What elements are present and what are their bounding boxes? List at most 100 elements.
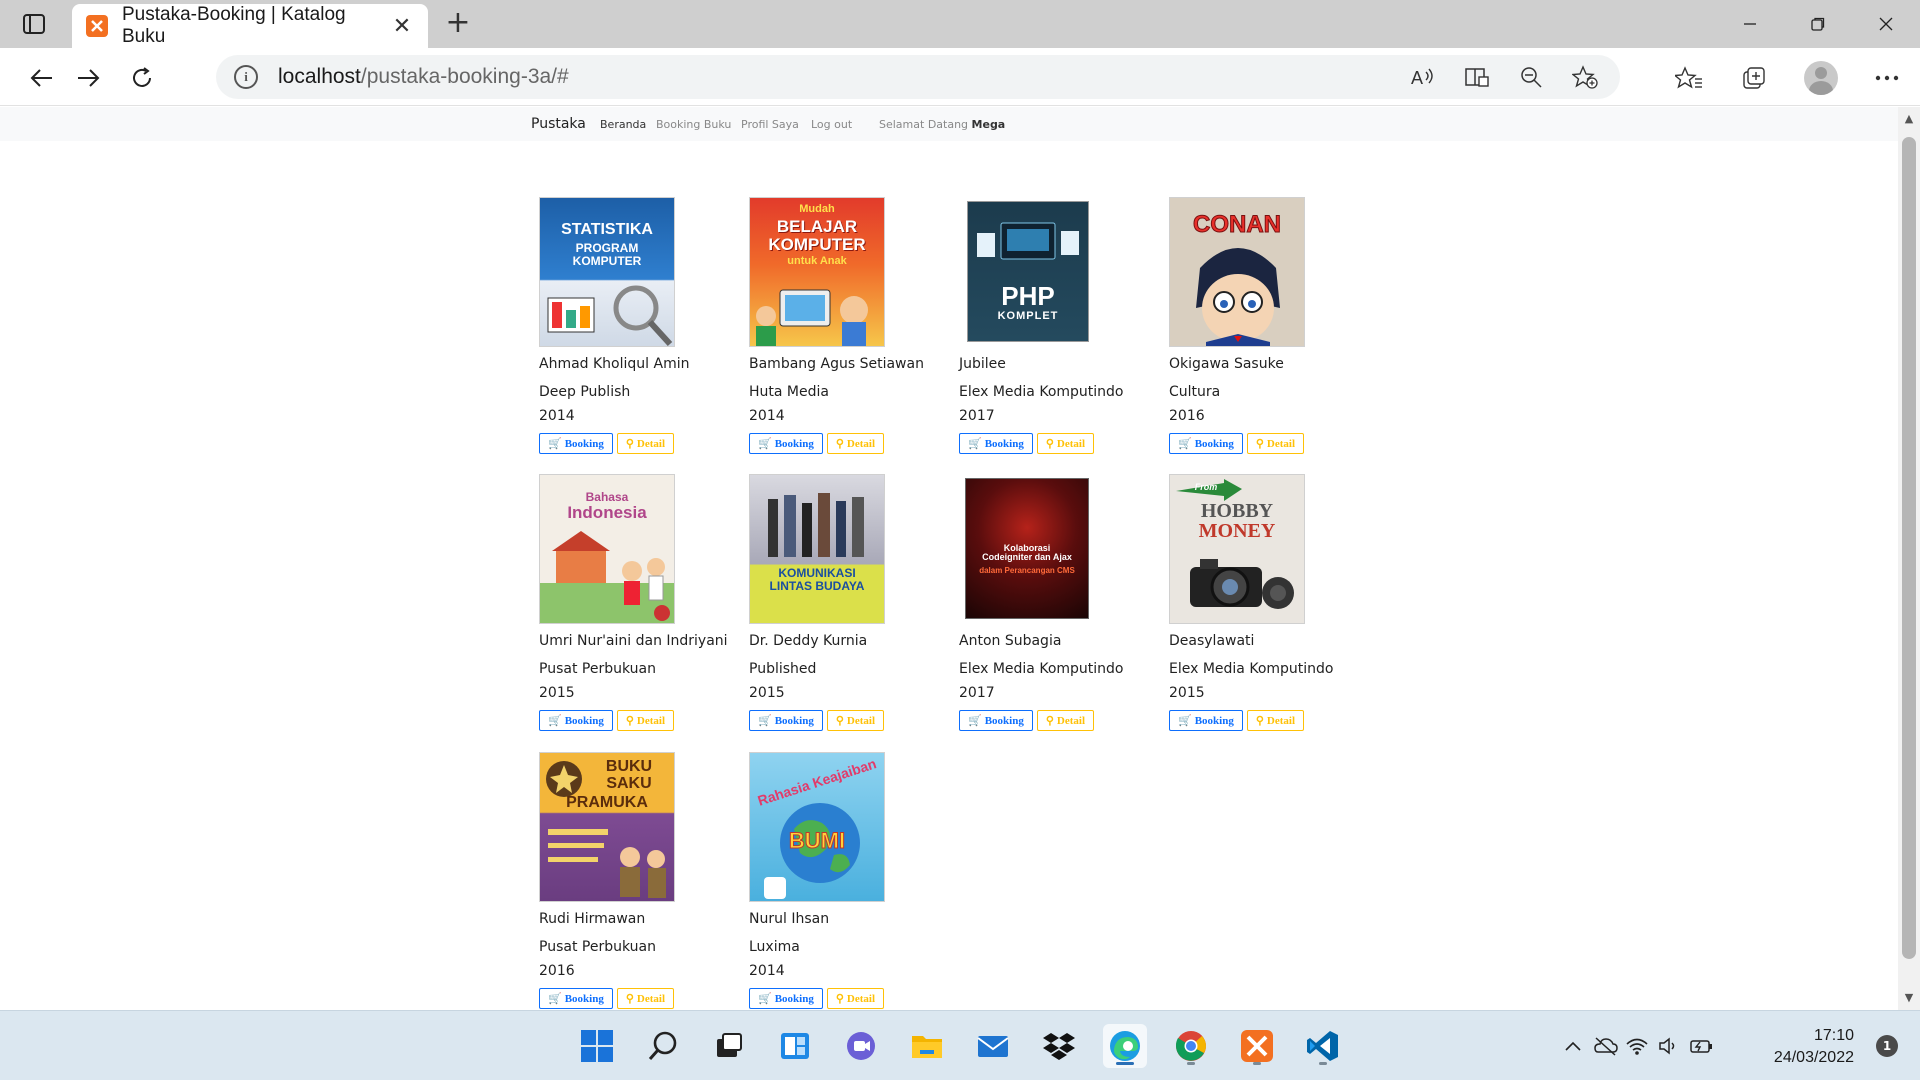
taskbar-clock[interactable]: 17:10 24/03/2022 (1774, 1025, 1854, 1069)
profile-avatar[interactable] (1788, 58, 1854, 98)
nav-link-beranda[interactable]: Beranda (600, 118, 646, 131)
book-cover[interactable]: STATISTIKA PROGRAM KOMPUTER (539, 197, 675, 347)
booking-button[interactable]: 🛒 Booking (539, 988, 613, 1009)
welcome-prefix: Selamat Datang (879, 117, 969, 131)
file-explorer-button[interactable] (905, 1024, 949, 1068)
tab-close-icon[interactable]: ✕ (390, 14, 414, 39)
file-explorer-icon (912, 1036, 942, 1058)
detail-button[interactable]: ⚲ Detail (826, 710, 885, 731)
book-cover[interactable]: Bahasa Indonesia (539, 474, 675, 624)
booking-button[interactable]: 🛒 Booking (749, 433, 823, 454)
scroll-up-icon[interactable]: ▲ (1903, 113, 1915, 125)
book-year: 2014 (749, 963, 785, 979)
booking-button[interactable]: 🛒 Booking (749, 710, 823, 731)
collections-icon[interactable] (1722, 58, 1788, 98)
booking-button[interactable]: 🛒 Booking (959, 433, 1033, 454)
volume-icon[interactable] (1653, 1030, 1685, 1062)
book-cover[interactable]: CONAN (1169, 197, 1305, 347)
immersive-reader-icon[interactable] (1462, 62, 1492, 92)
settings-menu-icon[interactable] (1854, 58, 1920, 98)
detail-button[interactable]: ⚲ Detail (826, 988, 885, 1009)
widgets-button[interactable] (773, 1024, 817, 1068)
detail-button[interactable]: ⚲ Detail (826, 433, 885, 454)
booking-button[interactable]: 🛒 Booking (1169, 710, 1243, 731)
chat-button[interactable] (839, 1024, 883, 1068)
detail-button[interactable]: ⚲ Detail (616, 710, 675, 731)
detail-button[interactable]: ⚲ Detail (1246, 710, 1305, 731)
booking-button[interactable]: 🛒 Booking (959, 710, 1033, 731)
minimize-button[interactable] (1716, 0, 1784, 48)
battery-charging-icon[interactable] (1685, 1030, 1717, 1062)
notification-badge[interactable]: 1 (1876, 1035, 1898, 1057)
book-cover[interactable]: Kolaborasi Codeigniter dan Ajax dalam Per… (959, 474, 1095, 624)
scrollbar-thumb[interactable] (1902, 137, 1916, 959)
page-scrollbar[interactable]: ▲ ▼ (1898, 107, 1920, 1010)
onedrive-offline-icon[interactable] (1589, 1030, 1621, 1062)
forward-arrow-icon (78, 69, 100, 87)
xampp-button[interactable] (1235, 1024, 1279, 1068)
restore-button[interactable] (1784, 0, 1852, 48)
zoom-out-icon[interactable] (1516, 62, 1546, 92)
mail-icon (977, 1036, 1009, 1057)
booking-button[interactable]: 🛒 Booking (539, 710, 613, 731)
detail-button[interactable]: ⚲ Detail (616, 433, 675, 454)
address-bar[interactable]: i localhost/pustaka-booking-3a/# A (216, 55, 1620, 99)
nav-link-logout[interactable]: Log out (811, 118, 852, 131)
mail-button[interactable] (971, 1024, 1015, 1068)
booking-button[interactable]: 🛒 Booking (539, 433, 613, 454)
task-view-icon (717, 1033, 742, 1057)
favorites-icon[interactable] (1656, 58, 1722, 98)
book-cover[interactable]: Mudah BELAJAR KOMPUTER untuk Anak (749, 197, 885, 347)
book-cover[interactable]: BUKU SAKU PRAMUKA (539, 752, 675, 902)
wifi-icon[interactable] (1621, 1030, 1653, 1062)
back-arrow-icon (30, 69, 52, 87)
book-author: Deasylawati (1169, 633, 1255, 649)
book-cover[interactable]: PHP KOMPLET (959, 197, 1095, 347)
book-cover-subtitle: BUMI (788, 828, 846, 853)
book-publisher: Pusat Perbukuan (539, 939, 656, 955)
task-view-button[interactable] (707, 1024, 751, 1068)
tab-actions-button[interactable] (18, 10, 50, 38)
book-cover[interactable]: KOMUNIKASI LINTAS BUDAYA (749, 474, 885, 624)
book-actions: 🛒 Booking ⚲ Detail (749, 988, 949, 1009)
vscode-button[interactable] (1301, 1024, 1345, 1068)
detail-button[interactable]: ⚲ Detail (1036, 433, 1095, 454)
close-window-button[interactable] (1852, 0, 1920, 48)
nav-link-profil-saya[interactable]: Profil Saya (741, 118, 799, 131)
book-cover[interactable]: Rahasia Keajaiban BUMI (749, 752, 885, 902)
dropbox-button[interactable] (1037, 1024, 1081, 1068)
forward-button[interactable] (70, 60, 106, 96)
booking-button[interactable]: 🛒 Booking (1169, 433, 1243, 454)
cart-icon: 🛒 (758, 715, 772, 727)
book-card: KOMUNIKASI LINTAS BUDAYA Dr. Deddy Kurnia… (749, 474, 949, 731)
welcome-user: Mega (971, 117, 1006, 131)
search-button[interactable] (641, 1024, 685, 1068)
detail-button[interactable]: ⚲ Detail (1246, 433, 1305, 454)
book-actions: 🛒 Booking ⚲ Detail (959, 433, 1159, 454)
book-author: Jubilee (959, 356, 1006, 372)
detail-button[interactable]: ⚲ Detail (1036, 710, 1095, 731)
book-cover-subtitle: PRAMUKA (566, 794, 648, 811)
add-favorite-icon[interactable] (1570, 62, 1600, 92)
chrome-button[interactable] (1169, 1024, 1213, 1068)
book-actions: 🛒 Booking ⚲ Detail (539, 988, 739, 1009)
scroll-down-icon[interactable]: ▼ (1903, 992, 1915, 1004)
book-cover-title: BUKU SAKU (605, 758, 653, 792)
book-cover-title: From (1194, 482, 1218, 492)
show-hidden-icons-icon[interactable] (1557, 1030, 1589, 1062)
edge-button[interactable] (1103, 1024, 1147, 1068)
back-button[interactable] (24, 60, 60, 96)
refresh-button[interactable] (124, 60, 160, 96)
book-cover[interactable]: From HOBBY MONEY (1169, 474, 1305, 624)
navbar-brand[interactable]: Pustaka (531, 116, 586, 132)
booking-label: Booking (774, 437, 814, 450)
booking-button[interactable]: 🛒 Booking (749, 988, 823, 1009)
read-aloud-icon[interactable]: A (1408, 62, 1438, 92)
site-info-icon[interactable]: i (234, 65, 258, 89)
start-button[interactable] (575, 1024, 619, 1068)
detail-button[interactable]: ⚲ Detail (616, 988, 675, 1009)
new-tab-button[interactable]: + (442, 8, 474, 40)
nav-link-booking-buku[interactable]: Booking Buku (656, 118, 731, 131)
browser-tab-active[interactable]: Pustaka-Booking | Katalog Buku ✕ (72, 4, 428, 48)
minimize-icon (1744, 23, 1756, 25)
